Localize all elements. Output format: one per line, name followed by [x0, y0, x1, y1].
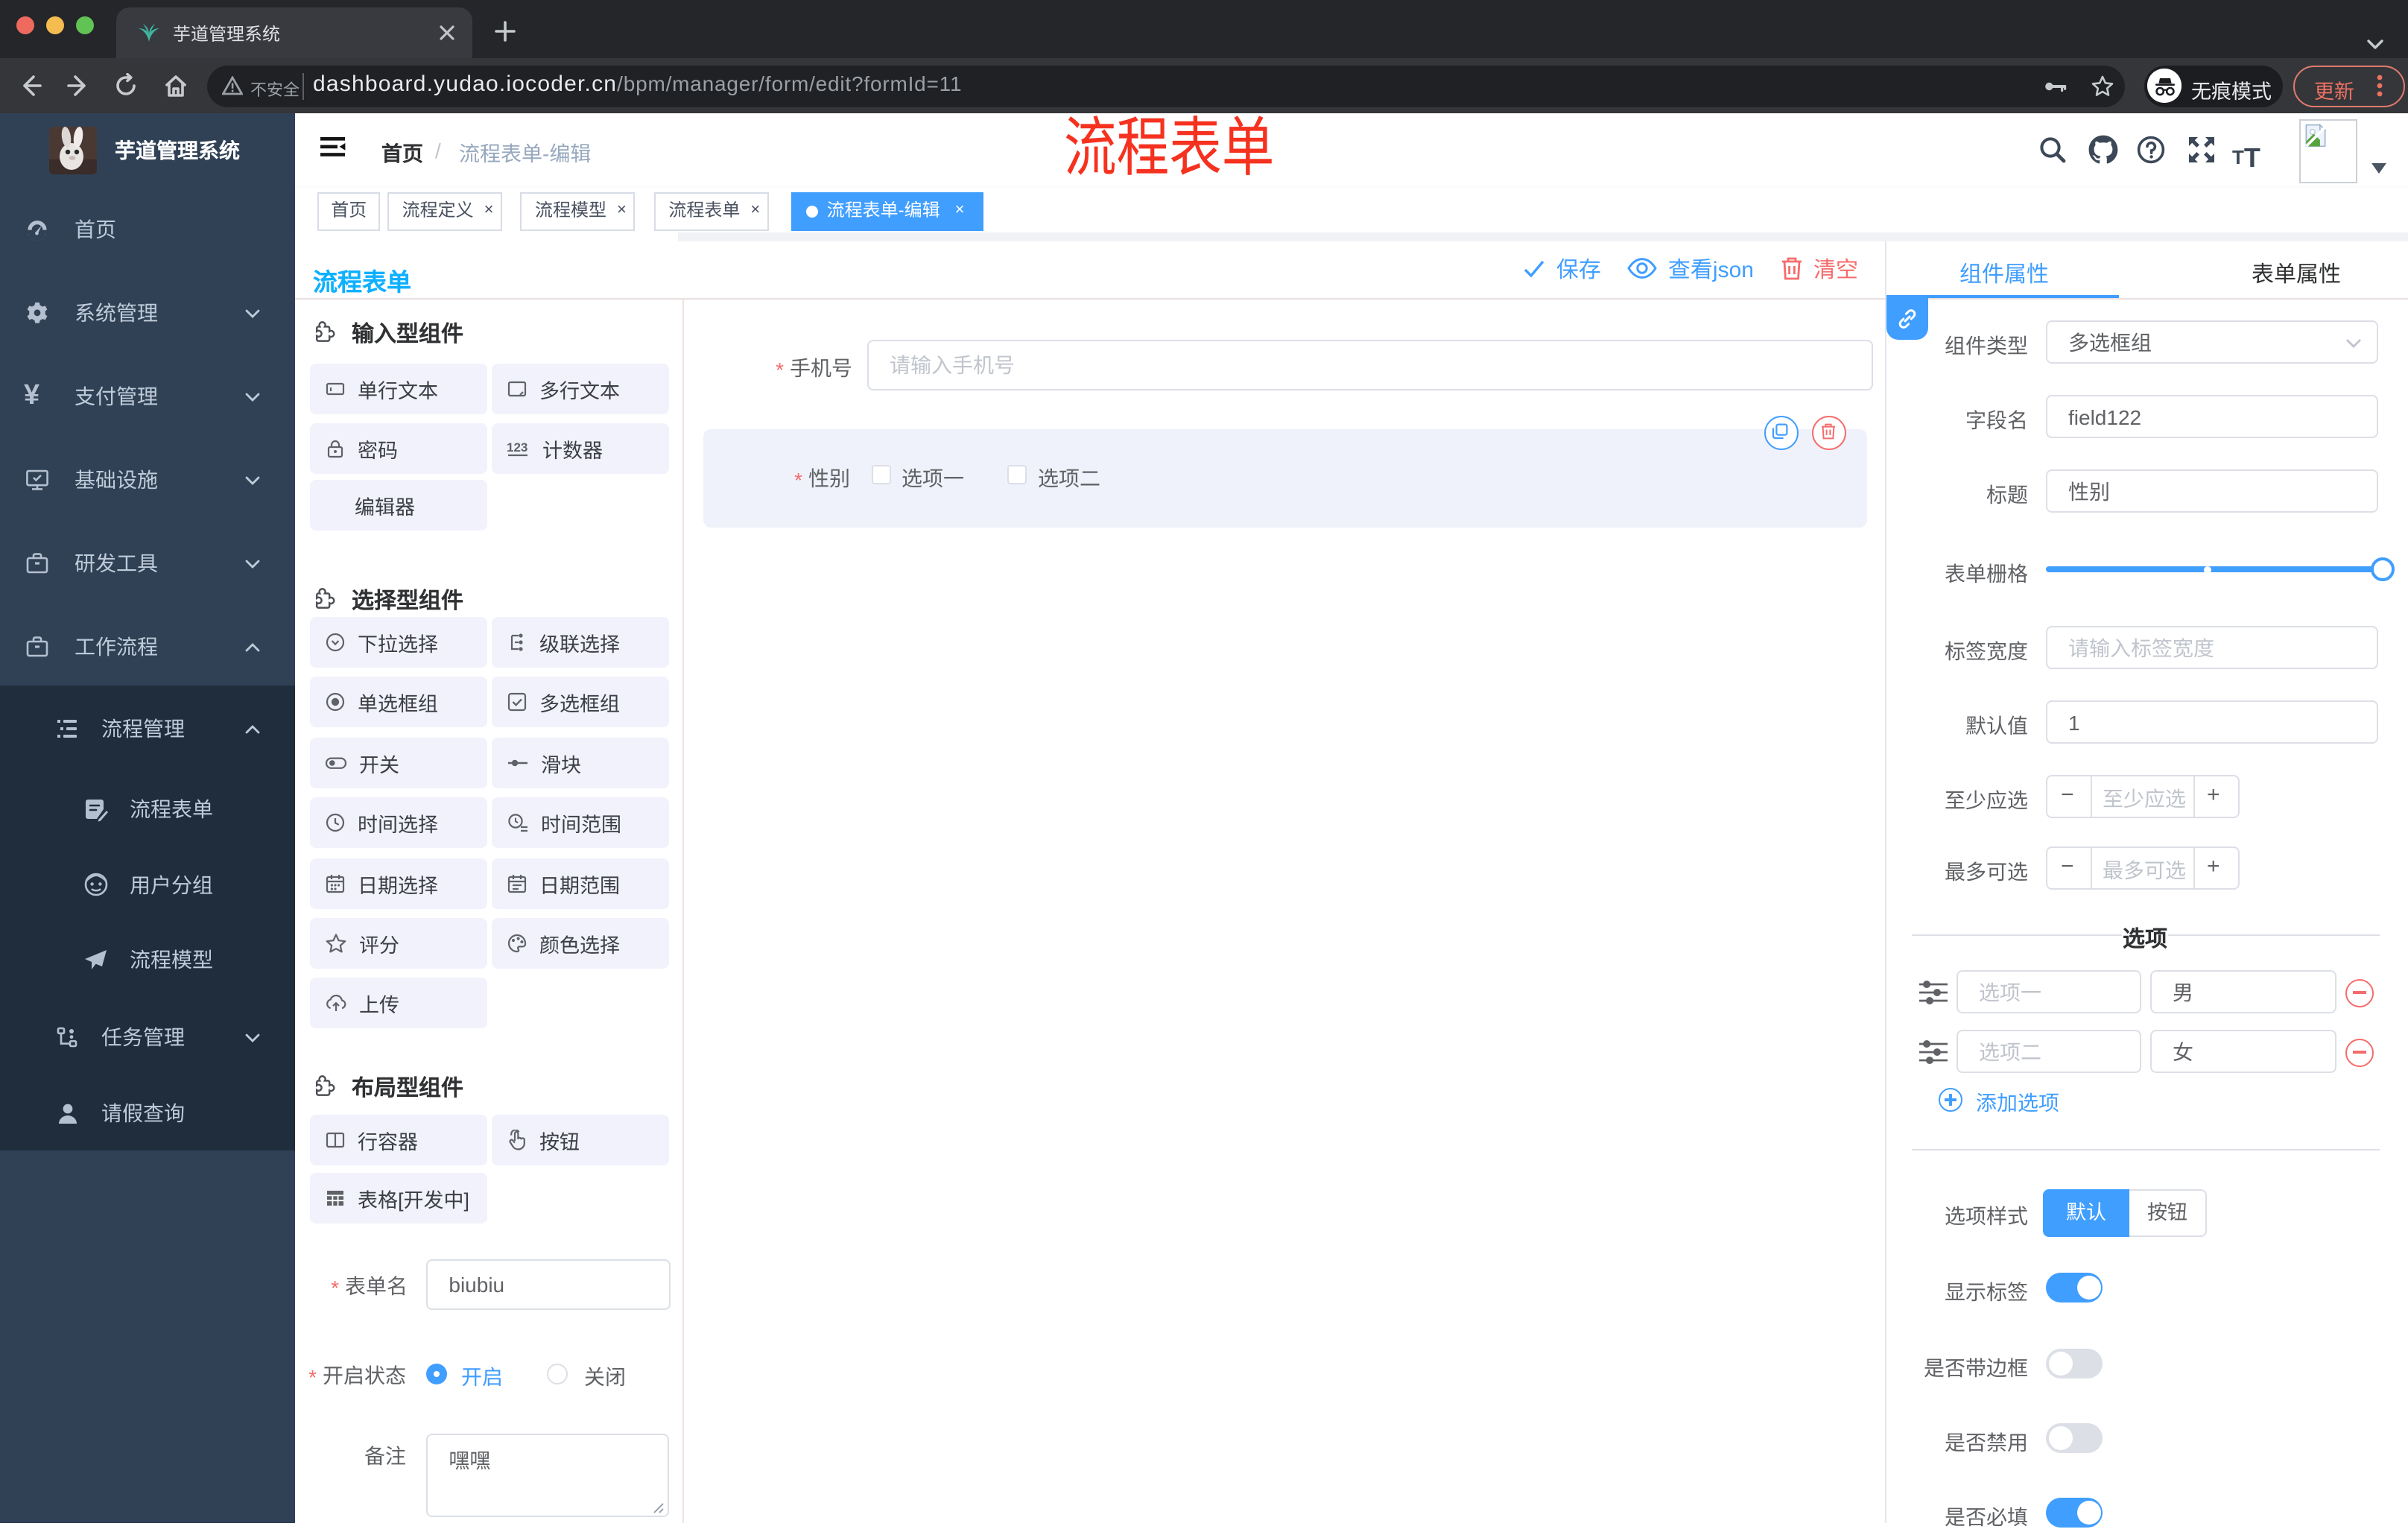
svg-text:123: 123 — [507, 440, 527, 455]
